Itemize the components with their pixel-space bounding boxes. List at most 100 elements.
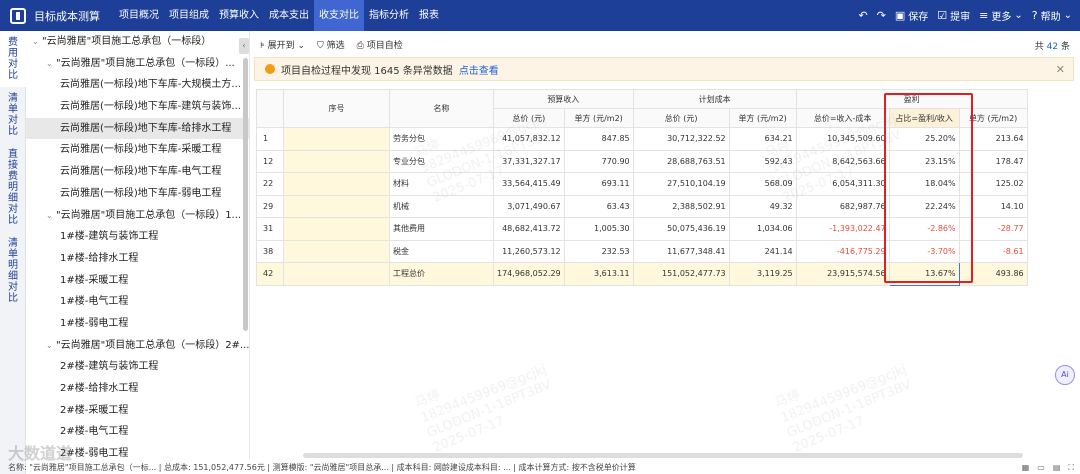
cell-inc-total[interactable]: 11,260,573.12 [493,239,565,263]
cell-p-total[interactable]: -1,393,022.47 [795,217,890,241]
tree-node[interactable]: 1#楼-采暖工程 [26,270,249,292]
cell-cost-unit[interactable]: 1,034.06 [728,217,797,241]
tree-node[interactable]: 云尚雅居(一标段)地下车库-电气工程 [26,161,249,183]
tree-node-label: 1#楼-电气工程 [60,296,129,308]
collapse-tree-button[interactable]: ‹ [239,38,249,54]
main-menu: 项目概况 项目组成 预算收入 成本支出 收支对比 指标分析 报表 [114,0,444,31]
chevron-down-icon[interactable]: ⌄ [46,335,56,357]
cell-p-total[interactable]: -416,775.29 [795,239,890,263]
undo-icon[interactable]: ↶ [858,9,867,22]
cell-inc-unit[interactable]: 770.90 [563,149,634,173]
cell-inc-total[interactable]: 174,968,052.29 [493,262,565,286]
cell-idx[interactable]: 22 [256,172,284,196]
help-button[interactable]: ? 帮助 ⌄ [1032,8,1072,23]
cell-seq[interactable] [283,194,390,218]
tree-node[interactable]: 云尚雅居(一标段)地下车库-弱电工程 [26,183,249,205]
cell-inc-unit[interactable]: 232.53 [563,239,634,263]
cell-cost-total[interactable]: 27,510,104.19 [632,172,730,196]
cell-seq[interactable] [283,149,390,173]
menu-item[interactable]: 项目概况 [114,0,164,31]
cell-idx[interactable]: 29 [256,194,284,218]
cell-cost-unit[interactable]: 3,119.25 [728,262,797,286]
cell-name[interactable]: 其他费用 [389,217,494,241]
redo-icon[interactable]: ↷ [877,9,886,22]
cell-idx[interactable]: 31 [256,217,284,241]
fullscreen-icon[interactable]: ⛶ [1068,462,1074,474]
cell-inc-total[interactable]: 3,071,490.67 [493,194,565,218]
cell-idx[interactable]: 38 [256,239,284,263]
vertical-tab[interactable]: 清单明细对比 [0,232,26,310]
tree-node[interactable]: 1#楼-电气工程 [26,291,249,313]
cell-inc-unit[interactable]: 693.11 [563,172,634,196]
cell-idx[interactable]: 12 [256,149,284,173]
book-view-icon[interactable]: ▭ [1037,462,1045,474]
cell-cost-total[interactable]: 30,712,322.52 [632,127,730,151]
vertical-tab[interactable]: 直接费明细对比 [0,143,26,232]
tree-node[interactable]: 1#楼-给排水工程 [26,248,249,270]
cell-cost-total[interactable]: 2,388,502.91 [632,194,730,218]
menu-item[interactable]: 预算收入 [214,0,264,31]
tree-node[interactable]: 1#楼-弱电工程 [26,313,249,335]
chevron-down-icon[interactable]: ⌄ [46,53,56,75]
cell-inc-unit[interactable]: 847.85 [563,127,634,151]
expand-icon: ⊧ [260,40,265,51]
cell-p-total[interactable]: 23,915,574.56 [795,262,890,286]
expand-button[interactable]: ⊧ 展开到 ⌄ [260,38,305,51]
tree-node[interactable]: 2#楼-建筑与装饰工程 [26,356,249,378]
grid-view-icon[interactable]: ▦ [1022,462,1030,474]
ai-assistant-button[interactable]: Ai [1055,365,1075,385]
tree-node-label: 1#楼-采暖工程 [60,274,129,286]
menu-item[interactable]: 指标分析 [364,0,414,31]
cell-cost-total[interactable]: 11,677,348.41 [632,239,730,263]
cell-cost-unit[interactable]: 241.14 [728,239,797,263]
cell-name[interactable]: 税金 [389,239,494,263]
filter-button[interactable]: ⛉ 筛选 [317,38,345,51]
tree-node[interactable]: 1#楼-建筑与装饰工程 [26,226,249,248]
cell-inc-unit[interactable]: 1,005.30 [563,217,634,241]
menu-item[interactable]: 项目组成 [164,0,214,31]
tree-node[interactable]: 云尚雅居(一标段)地下车库-大规模土方... [26,74,249,96]
cell-name[interactable]: 工程总价 [389,262,494,286]
tree-scrollbar[interactable] [243,58,248,331]
cell-cost-total[interactable]: 28,688,763.51 [632,149,730,173]
table-horizontal-scrollbar[interactable] [303,453,1023,458]
chevron-down-icon[interactable]: ⌄ [32,31,42,53]
tree-node[interactable]: ⌄ "云尚雅居"项目施工总承包（一标段）2#... [26,335,249,357]
tree-node[interactable]: 2#楼-采暖工程 [26,400,249,422]
chevron-down-icon[interactable]: ⌄ [46,205,56,227]
tree-node[interactable]: ⌄ "云尚雅居"项目施工总承包（一标段）1... [26,205,249,227]
list-view-icon[interactable]: ▤ [1053,462,1061,474]
cell-seq[interactable] [283,217,390,241]
cell-seq[interactable] [283,127,390,151]
cell-inc-total[interactable]: 48,682,413.72 [493,217,565,241]
menu-item[interactable]: 报表 [414,0,444,31]
tree-node[interactable]: 云尚雅居(一标段)地下车库-采暖工程 [26,139,249,161]
cell-idx[interactable]: 1 [256,127,284,151]
cell-seq[interactable] [283,239,390,263]
cell-cost-total[interactable]: 50,075,436.19 [632,217,730,241]
tree-node-label: 云尚雅居(一标段)地下车库-弱电工程 [60,187,222,199]
submit-button[interactable]: ☑ 提审 [937,8,970,23]
cell-inc-unit[interactable]: 3,613.11 [563,262,634,286]
tree-node[interactable]: ⌄ "云尚雅居"项目施工总承包（一标段）... [26,53,249,75]
self-check-button[interactable]: ⎙ 项目自检 [357,38,403,51]
close-icon[interactable]: ✕ [1056,63,1065,76]
more-button[interactable]: ≡ 更多 ⌄ [979,8,1023,23]
tree-node[interactable]: 云尚雅居(一标段)地下车库-建筑与装饰... [26,96,249,118]
cell-idx[interactable]: 42 [256,262,284,286]
cell-seq[interactable] [283,172,390,196]
cell-p-total[interactable]: 682,987.76 [795,194,890,218]
vertical-tab[interactable]: 费用对比 [0,31,26,87]
menu-item[interactable]: 成本支出 [264,0,314,31]
tree-node[interactable]: 2#楼-给排水工程 [26,378,249,400]
cell-inc-unit[interactable]: 63.43 [563,194,634,218]
save-button[interactable]: ▣ 保存 [895,8,928,23]
tree-node[interactable]: 云尚雅居(一标段)地下车库-给排水工程 [26,117,249,140]
tree-node[interactable]: ⌄ "云尚雅居"项目施工总承包（一标段） [26,31,249,53]
view-anomalies-link[interactable]: 点击查看 [459,62,499,77]
app-logo-icon [10,7,26,24]
vertical-tab[interactable]: 清单对比 [0,87,26,143]
menu-item[interactable]: 收支对比 [314,0,364,31]
cell-cost-total[interactable]: 151,052,477.73 [632,262,730,286]
cell-seq[interactable] [283,262,390,286]
